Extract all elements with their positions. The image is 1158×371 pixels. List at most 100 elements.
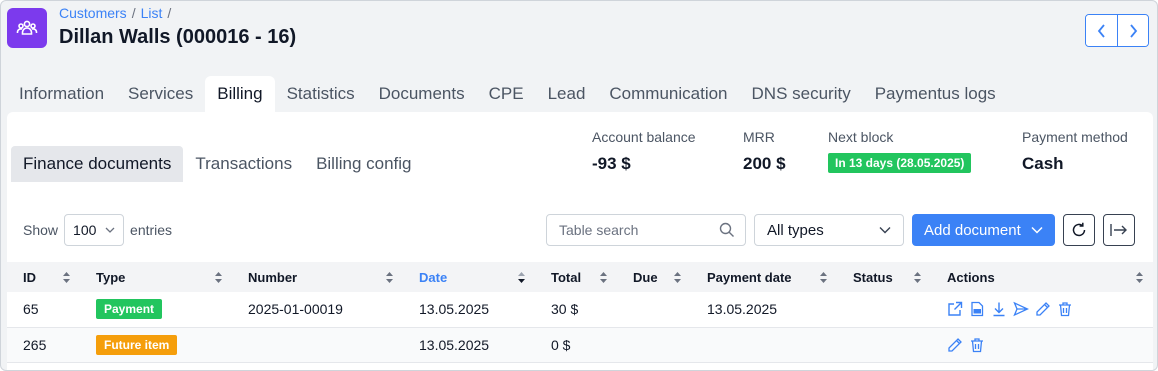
- cell-due: [617, 292, 691, 327]
- export-button[interactable]: [1103, 214, 1135, 246]
- column-header-status[interactable]: Status: [837, 262, 931, 292]
- show-label: Show: [23, 222, 59, 238]
- type-filter-select[interactable]: All types: [754, 214, 904, 246]
- subtab-billing-config[interactable]: Billing config: [304, 146, 423, 182]
- cell-number[interactable]: 2025-01-00019: [232, 292, 403, 327]
- tab-statistics[interactable]: Statistics: [275, 76, 367, 112]
- tab-cpe[interactable]: CPE: [477, 76, 536, 112]
- table-row[interactable]: 265 Future item 13.05.2025 0 $: [7, 327, 1153, 362]
- chevron-down-icon: [879, 227, 891, 234]
- pdf-icon[interactable]: [969, 301, 985, 317]
- mrr-label: MRR: [743, 129, 775, 145]
- export-icon: [1110, 224, 1127, 236]
- refresh-button[interactable]: [1063, 214, 1095, 246]
- type-filter-value: All types: [767, 221, 824, 239]
- tab-services[interactable]: Services: [116, 76, 205, 112]
- entries-select[interactable]: 100: [64, 214, 125, 246]
- download-icon[interactable]: [991, 301, 1007, 317]
- cell-payment-date: 13.05.2025: [707, 301, 778, 318]
- table-header-row: ID Type Number Date Total Due Payment da…: [7, 262, 1153, 292]
- tab-lead[interactable]: Lead: [536, 76, 598, 112]
- mrr-value: 200 $: [743, 154, 786, 173]
- subtab-finance-documents[interactable]: Finance documents: [11, 146, 184, 182]
- sort-icon: [63, 271, 70, 286]
- cell-id: 265: [23, 336, 47, 353]
- column-header-id[interactable]: ID: [7, 262, 80, 292]
- breadcrumb: Customers / List /: [59, 5, 171, 21]
- account-balance-label: Account balance: [592, 129, 696, 145]
- previous-record-button[interactable]: [1086, 15, 1117, 46]
- entries-value: 100: [73, 222, 97, 238]
- finance-documents-table: ID Type Number Date Total Due Payment da…: [7, 262, 1153, 363]
- entries-control: Show 100 entries: [23, 214, 172, 246]
- next-block-label: Next block: [828, 129, 894, 145]
- add-document-label: Add document: [924, 221, 1021, 239]
- users-icon[interactable]: [7, 8, 47, 48]
- payment-method-stat: Payment method Cash: [1022, 129, 1128, 174]
- chevron-down-icon: [105, 227, 115, 233]
- tab-information[interactable]: Information: [7, 76, 116, 112]
- tab-dns-security[interactable]: DNS security: [740, 76, 863, 112]
- account-balance-value: -93 $: [592, 154, 631, 173]
- add-document-button[interactable]: Add document: [912, 214, 1055, 246]
- payment-method-value: Cash: [1022, 154, 1064, 173]
- sort-icon: [914, 271, 921, 286]
- sort-icon: [674, 271, 681, 286]
- send-icon[interactable]: [1013, 301, 1029, 317]
- edit-icon[interactable]: [947, 337, 963, 353]
- cell-total: 0 $: [551, 336, 571, 353]
- column-header-date[interactable]: Date: [403, 262, 535, 292]
- sort-desc-icon: [518, 271, 525, 286]
- column-header-total[interactable]: Total: [535, 262, 617, 292]
- billing-panel: Finance documents Transactions Billing c…: [7, 112, 1153, 370]
- cell-payment-date: [691, 327, 837, 362]
- cell-date: 13.05.2025: [419, 301, 490, 318]
- open-external-icon[interactable]: [947, 301, 963, 317]
- next-record-button[interactable]: [1117, 15, 1148, 46]
- column-header-type[interactable]: Type: [80, 262, 232, 292]
- cell-date: 13.05.2025: [419, 336, 490, 353]
- payment-method-label: Payment method: [1022, 129, 1128, 145]
- sort-icon: [1136, 271, 1143, 286]
- refresh-icon: [1072, 222, 1086, 237]
- breadcrumb-separator: /: [131, 5, 136, 21]
- customer-billing-window: Customers / List / Dillan Walls (000016 …: [0, 0, 1158, 371]
- subtab-transactions[interactable]: Transactions: [183, 146, 304, 182]
- cell-type: Future item: [80, 327, 232, 362]
- sort-icon: [820, 271, 827, 286]
- cell-status: [837, 292, 931, 327]
- tab-documents[interactable]: Documents: [367, 76, 477, 112]
- sort-icon: [600, 271, 607, 286]
- column-header-number[interactable]: Number: [232, 262, 403, 292]
- table-search-input[interactable]: Table search: [546, 214, 746, 246]
- sub-tabs: Finance documents Transactions Billing c…: [11, 146, 424, 182]
- column-header-payment-date[interactable]: Payment date: [691, 262, 837, 292]
- cell-status: [837, 327, 931, 362]
- cell-due: [617, 327, 691, 362]
- table-row[interactable]: 65 Payment 2025-01-00019 13.05.2025 30 $…: [7, 292, 1153, 327]
- record-navigation: [1085, 14, 1149, 47]
- tab-paymentus-logs[interactable]: Paymentus logs: [863, 76, 1008, 112]
- column-header-actions[interactable]: Actions: [931, 262, 1153, 292]
- account-balance-stat: Account balance -93 $: [592, 129, 696, 174]
- chevron-left-icon: [1097, 23, 1105, 38]
- sort-icon: [215, 271, 222, 286]
- chevron-right-icon: [1130, 23, 1138, 38]
- tab-billing[interactable]: Billing: [205, 76, 275, 112]
- delete-icon[interactable]: [1057, 301, 1073, 317]
- search-placeholder: Table search: [559, 222, 639, 238]
- search-icon: [719, 222, 734, 237]
- column-header-due[interactable]: Due: [617, 262, 691, 292]
- type-badge: Future item: [96, 334, 178, 355]
- breadcrumb-separator: /: [167, 5, 172, 21]
- breadcrumb-customers[interactable]: Customers: [59, 5, 127, 21]
- next-block-badge: In 13 days (28.05.2025): [828, 153, 972, 173]
- sort-icon: [386, 271, 393, 286]
- edit-icon[interactable]: [1035, 301, 1051, 317]
- breadcrumb-list[interactable]: List: [141, 5, 163, 21]
- next-block-stat: Next block In 13 days (28.05.2025): [828, 129, 972, 173]
- delete-icon[interactable]: [969, 337, 985, 353]
- entries-label: entries: [130, 222, 173, 238]
- tab-communication[interactable]: Communication: [597, 76, 739, 112]
- cell-actions: [931, 327, 1153, 362]
